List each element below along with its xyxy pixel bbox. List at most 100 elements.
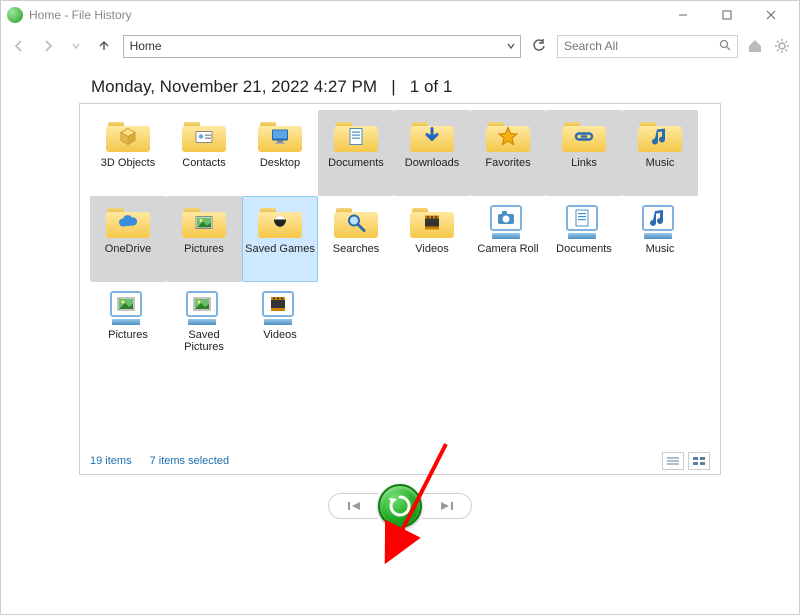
star-icon (497, 125, 519, 150)
item-desktop[interactable]: Desktop (242, 110, 318, 196)
item-label: Videos (415, 243, 448, 255)
item-pictures[interactable]: Pictures (90, 282, 166, 368)
item-label: Pictures (184, 243, 224, 255)
restore-button[interactable] (378, 484, 422, 528)
item-onedrive[interactable]: OneDrive (90, 196, 166, 282)
film-icon (267, 296, 289, 312)
library-icon (562, 201, 606, 241)
item-links[interactable]: Links (546, 110, 622, 196)
item-videos[interactable]: Videos (394, 196, 470, 282)
item-label: Searches (333, 243, 379, 255)
playback-controls (1, 475, 799, 537)
back-button[interactable] (9, 35, 29, 57)
view-details-button[interactable] (662, 452, 684, 470)
home-icon[interactable] (746, 36, 765, 56)
desk-icon (269, 125, 291, 150)
card-icon (193, 125, 215, 150)
item-favorites[interactable]: Favorites (470, 110, 546, 196)
folder-icon (182, 115, 226, 155)
item-saved-games[interactable]: Saved Games (242, 196, 318, 282)
folder-icon (334, 201, 378, 241)
status-bar: 19 items 7 items selected (80, 448, 720, 474)
file-history-app-icon (7, 7, 23, 23)
item-contacts[interactable]: Contacts (166, 110, 242, 196)
item-3d-objects[interactable]: 3D Objects (90, 110, 166, 196)
address-input[interactable] (124, 36, 502, 57)
link-icon (573, 125, 595, 150)
note-icon (649, 125, 671, 150)
folder-icon (562, 115, 606, 155)
forward-button[interactable] (37, 35, 57, 57)
snapshot-count: 1 of 1 (410, 77, 453, 96)
folder-icon (258, 115, 302, 155)
cam-icon (495, 210, 517, 226)
snapshot-date: Monday, November 21, 2022 4:27 PM (91, 77, 377, 96)
pic-icon (191, 296, 213, 312)
items-grid[interactable]: 3D Objects Contacts Desktop Documents Downlo… (80, 104, 720, 444)
library-icon (106, 287, 150, 327)
library-icon (258, 287, 302, 327)
item-camera-roll[interactable]: Camera Roll (470, 196, 546, 282)
item-videos[interactable]: Videos (242, 282, 318, 368)
address-bar[interactable] (123, 35, 521, 58)
item-label: Links (571, 157, 597, 169)
folder-icon (410, 115, 454, 155)
titlebar: Home - File History (1, 1, 799, 29)
folder-icon (486, 115, 530, 155)
refresh-button[interactable] (529, 35, 549, 57)
up-button[interactable] (94, 35, 114, 57)
search-icon (719, 39, 731, 54)
item-searches[interactable]: Searches (318, 196, 394, 282)
library-icon (182, 287, 226, 327)
folder-icon (106, 115, 150, 155)
library-icon (638, 201, 682, 241)
pic-icon (193, 211, 215, 236)
item-label: Contacts (182, 157, 225, 169)
item-music[interactable]: Music (622, 196, 698, 282)
search-box[interactable] (557, 35, 738, 58)
item-label: Downloads (405, 157, 459, 169)
folder-icon (638, 115, 682, 155)
library-icon (486, 201, 530, 241)
folder-icon (106, 201, 150, 241)
game-icon (269, 211, 291, 236)
doc-icon (571, 210, 593, 226)
item-label: OneDrive (105, 243, 151, 255)
recent-dropdown[interactable] (66, 35, 86, 57)
maximize-button[interactable] (705, 1, 749, 29)
item-label: Saved Games (245, 243, 315, 255)
cube-icon (117, 125, 139, 150)
item-label: Favorites (485, 157, 530, 169)
settings-gear-icon[interactable] (772, 36, 791, 56)
item-documents[interactable]: Documents (318, 110, 394, 196)
item-label: Videos (263, 329, 296, 341)
item-label: 3D Objects (101, 157, 155, 169)
minimize-button[interactable] (661, 1, 705, 29)
note-icon (647, 210, 669, 226)
selection-count: 7 items selected (150, 455, 229, 467)
close-button[interactable] (749, 1, 793, 29)
item-pictures[interactable]: Pictures (166, 196, 242, 282)
item-label: Pictures (108, 329, 148, 341)
cloud-icon (117, 211, 139, 236)
item-documents[interactable]: Documents (546, 196, 622, 282)
previous-version-button[interactable] (328, 493, 378, 519)
item-count: 19 items (90, 455, 132, 467)
item-label: Camera Roll (477, 243, 538, 255)
item-label: Documents (328, 157, 384, 169)
next-version-button[interactable] (422, 493, 472, 519)
window-title: Home - File History (29, 8, 132, 22)
snapshot-header: Monday, November 21, 2022 4:27 PM | 1 of… (1, 63, 799, 103)
search-input[interactable] (564, 36, 719, 57)
item-downloads[interactable]: Downloads (394, 110, 470, 196)
down-icon (421, 125, 443, 150)
item-music[interactable]: Music (622, 110, 698, 196)
view-icons-button[interactable] (688, 452, 710, 470)
address-dropdown[interactable] (502, 36, 520, 57)
doc-icon (345, 125, 367, 150)
item-label: Desktop (260, 157, 300, 169)
mag-icon (345, 211, 367, 236)
item-saved-pictures[interactable]: Saved Pictures (166, 282, 242, 368)
item-label: Music (646, 157, 675, 169)
item-label: Documents (556, 243, 612, 255)
